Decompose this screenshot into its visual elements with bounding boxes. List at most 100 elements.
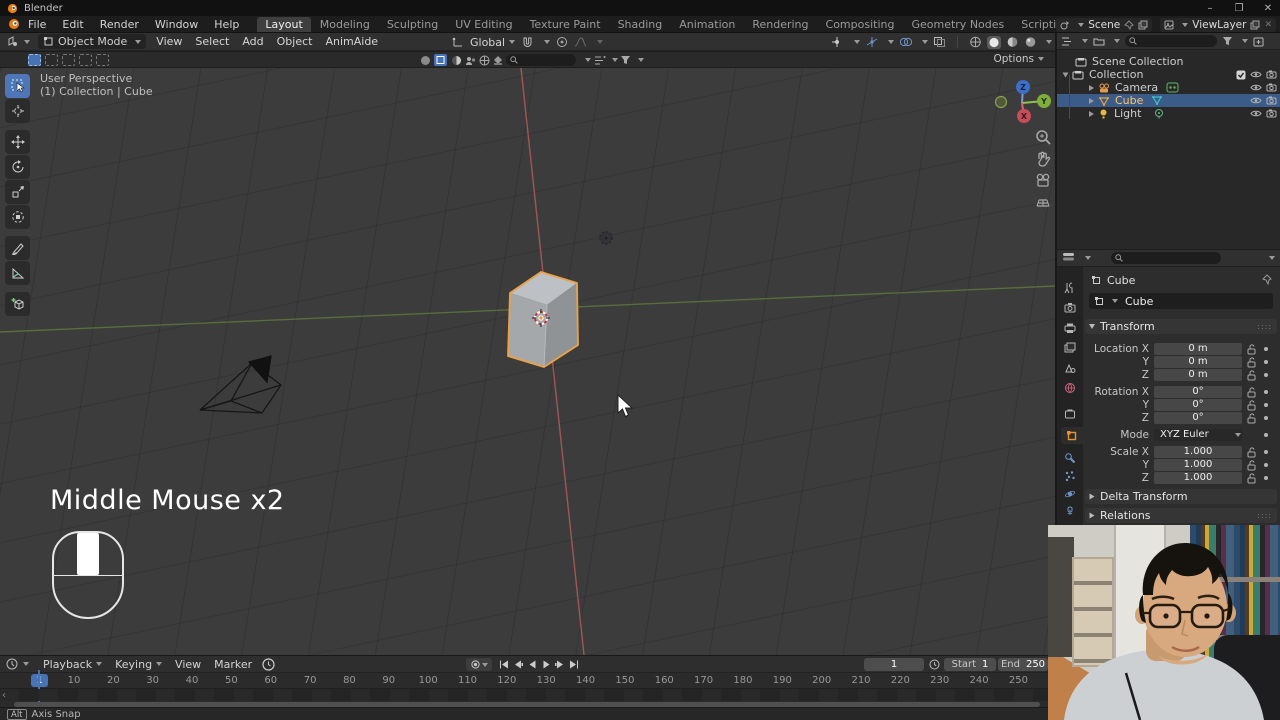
viewport-menu-animaide[interactable]: AnimAide [325,35,378,48]
eye-icon[interactable] [1250,96,1262,105]
tab-output[interactable] [1060,319,1080,336]
zoom-view-icon[interactable] [1034,128,1052,146]
filter-users-icon[interactable] [465,55,477,66]
snap-magnet-icon[interactable] [521,36,534,48]
timeline-menu-keying[interactable]: Keying [115,658,162,671]
play-reverse-button[interactable] [526,658,538,671]
shading-wireframe-icon[interactable] [969,36,982,48]
delta-transform-panel-header[interactable]: Delta Transform [1085,489,1277,504]
lock-open-icon[interactable] [1247,357,1256,368]
restore-icon[interactable]: ❐ [1233,3,1245,14]
filter-sphere-icon[interactable] [451,55,462,66]
navigation-gizmo[interactable]: Z Y X [996,80,1052,123]
animate-property-dot[interactable] [1264,416,1268,420]
transform-panel-header[interactable]: Transform :::: [1085,319,1277,334]
view-layer-selector[interactable]: ViewLayer ✕ [1160,18,1276,32]
menu-window[interactable]: Window [155,18,198,31]
chevron-down-icon[interactable] [544,40,550,44]
value-field[interactable]: 0 m [1154,356,1242,368]
tab-scene[interactable] [1060,359,1080,376]
proportional-editing-icon[interactable] [556,36,568,48]
new-scene-icon[interactable] [1138,20,1148,30]
animate-property-dot[interactable] [1264,360,1268,364]
tab-tool[interactable] [1060,279,1080,296]
animate-property-dot[interactable] [1264,476,1268,480]
tab-render[interactable] [1060,299,1080,316]
animate-property-dot[interactable] [1264,450,1268,454]
shading-solid-active[interactable] [987,36,1001,49]
menu-render[interactable]: Render [100,18,139,31]
workspace-tab-compositing[interactable]: Compositing [818,17,903,32]
remove-view-layer-icon[interactable]: ✕ [1264,20,1272,30]
properties-search-input[interactable] [1111,252,1221,264]
end-frame-field[interactable]: End 250 [998,658,1048,671]
tab-world[interactable] [1060,379,1080,396]
new-collection-icon[interactable] [1253,36,1264,47]
value-field[interactable]: 1.000 [1154,459,1242,471]
show-gizmo-icon[interactable] [831,36,845,48]
mode-dropdown-field[interactable]: XYZ Euler [1154,429,1242,441]
options-dropdown[interactable]: Options [993,53,1044,65]
measure-tool[interactable] [5,261,30,285]
timeline-menu-playback[interactable]: Playback [43,658,102,671]
viewport-menu-add[interactable]: Add [242,35,263,48]
relations-panel-header[interactable]: Relations :::: [1085,508,1277,523]
filter-globe-icon[interactable] [479,55,490,66]
rotate-tool[interactable] [5,155,30,179]
outliner-row-scene-collection[interactable]: Scene Collection [1057,55,1280,68]
play-button[interactable] [540,658,552,671]
workspace-tab-shading[interactable]: Shading [610,17,671,32]
value-field[interactable]: 0° [1154,399,1242,411]
filter-circle-icon[interactable] [420,55,431,66]
tab-constraints[interactable] [1060,503,1080,520]
lock-open-icon[interactable] [1247,370,1256,381]
expand-arrow-icon[interactable] [1089,98,1094,104]
current-frame-field[interactable]: 1 [864,658,924,671]
workspace-tab-texture-paint[interactable]: Texture Paint [522,17,609,32]
workspace-tab-modeling[interactable]: Modeling [312,17,378,32]
orthographic-toggle-icon[interactable] [1034,192,1052,210]
tab-collection[interactable] [1060,405,1080,422]
expand-arrow-icon[interactable] [1063,72,1069,77]
expand-arrow-icon[interactable] [1089,111,1094,117]
animate-property-dot[interactable] [1264,463,1268,467]
value-field[interactable]: 0° [1154,412,1242,424]
outliner-filter-icon[interactable] [1222,36,1233,47]
overlays-toggle-icon[interactable] [899,36,913,48]
menu-edit[interactable]: Edit [62,18,83,31]
auto-key-record-button[interactable] [466,658,492,671]
scene-selector[interactable]: Scene [1056,18,1152,32]
minimize-icon[interactable]: – [1204,3,1216,14]
outliner-scope-icon[interactable] [1093,36,1105,47]
tab-object[interactable] [1061,427,1083,444]
menu-file[interactable]: File [28,18,46,31]
pin-icon[interactable] [1262,274,1272,285]
tab-particles[interactable] [1060,467,1080,484]
object-name-field[interactable]: Cube [1089,293,1273,309]
workspace-tab-animation[interactable]: Animation [671,17,743,32]
add-cube-tool[interactable] [5,292,30,316]
animate-property-dot[interactable] [1264,403,1268,407]
funnel-filter-icon[interactable] [620,55,631,66]
lock-open-icon[interactable] [1247,400,1256,411]
blender-menu-icon[interactable] [8,18,20,30]
camera-object[interactable] [200,356,281,413]
lock-open-icon[interactable] [1247,344,1256,355]
tab-physics[interactable] [1060,485,1080,502]
jump-to-end-button[interactable] [568,658,580,671]
tab-view-layer[interactable] [1060,339,1080,356]
lock-open-icon[interactable] [1247,473,1256,484]
cursor-tool[interactable] [5,99,30,123]
eye-icon[interactable] [1250,109,1262,118]
xray-toggle-icon[interactable] [933,36,946,48]
timeline-editor-type-icon[interactable] [6,658,19,670]
editor-type-button[interactable] [6,36,30,48]
tab-modifiers[interactable] [1060,449,1080,466]
chevron-down-icon[interactable] [1269,256,1275,260]
animate-property-dot[interactable] [1264,433,1268,437]
select-box-tool[interactable] [5,74,30,98]
auto-keying-clock-icon[interactable] [262,658,275,671]
pin-icon[interactable] [1124,20,1134,30]
viewport-search-input[interactable] [506,54,576,66]
workspace-tab-sculpting[interactable]: Sculpting [379,17,446,32]
